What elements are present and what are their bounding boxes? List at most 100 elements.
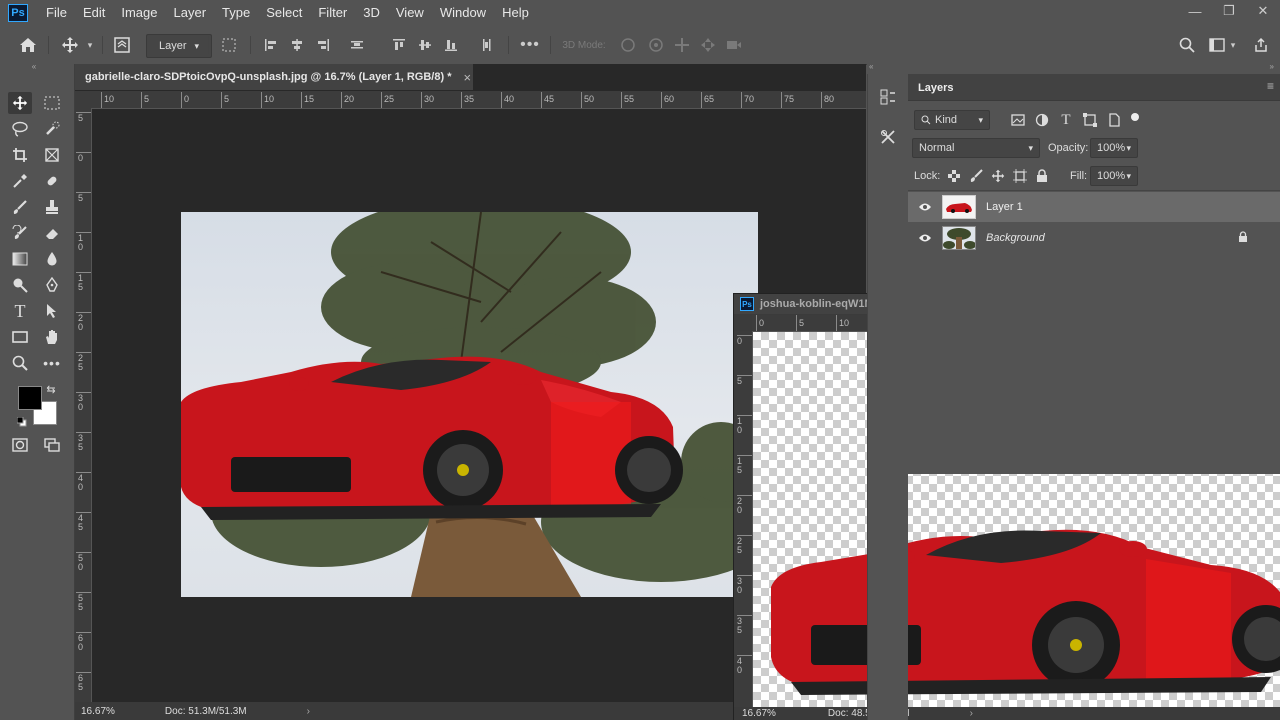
layer-filter-dropdown[interactable]: Kind ▾ xyxy=(914,110,990,130)
document-2-status-arrow[interactable]: › xyxy=(970,708,973,719)
swap-colors-icon[interactable]: ⇆ xyxy=(44,382,58,396)
close-button[interactable]: ✕ xyxy=(1246,0,1280,22)
panel-dock-header: « » xyxy=(867,62,1280,74)
layer-row-background[interactable]: Background xyxy=(908,223,1262,253)
align-left-icon[interactable] xyxy=(262,34,280,56)
move-tool-preset-icon[interactable] xyxy=(58,34,82,56)
quick-mask-icon[interactable] xyxy=(8,434,32,456)
quick-selection-tool-icon[interactable] xyxy=(40,118,64,140)
expand-panels-icon[interactable]: « xyxy=(869,62,873,71)
document-1-status-arrow[interactable]: › xyxy=(307,706,310,717)
filter-type-icon[interactable]: T xyxy=(1054,109,1078,131)
restore-button[interactable]: ❐ xyxy=(1212,0,1246,22)
history-panel-icon[interactable] xyxy=(876,86,900,108)
clone-stamp-tool-icon[interactable] xyxy=(40,196,64,218)
home-icon[interactable] xyxy=(16,34,40,56)
frame-tool-icon[interactable] xyxy=(40,144,64,166)
align-right-icon[interactable] xyxy=(314,34,332,56)
align-vertical-center-icon[interactable] xyxy=(416,34,434,56)
healing-brush-tool-icon[interactable] xyxy=(40,170,64,192)
more-tools-icon[interactable]: ••• xyxy=(40,352,64,374)
lock-all-icon[interactable] xyxy=(1030,165,1054,187)
filter-shape-icon[interactable] xyxy=(1078,109,1102,131)
menu-type[interactable]: Type xyxy=(214,0,258,26)
opacity-field[interactable]: 100% ▾ xyxy=(1090,138,1138,158)
layer-row-layer-1[interactable]: Layer 1 xyxy=(908,192,1262,222)
marquee-tool-icon[interactable] xyxy=(40,92,64,114)
history-brush-tool-icon[interactable] xyxy=(8,222,32,244)
show-transform-controls-icon[interactable] xyxy=(218,34,240,56)
tools-preset-icon[interactable] xyxy=(876,126,900,148)
document-1-canvas[interactable] xyxy=(181,212,758,597)
visibility-eye-icon[interactable] xyxy=(918,202,932,212)
gradient-tool-icon[interactable] xyxy=(8,248,32,270)
menu-help[interactable]: Help xyxy=(494,0,537,26)
menu-edit[interactable]: Edit xyxy=(75,0,113,26)
minimize-button[interactable]: — xyxy=(1178,0,1212,22)
eraser-tool-icon[interactable] xyxy=(40,222,64,244)
chevron-down-icon[interactable]: ▾ xyxy=(1228,34,1238,56)
foreground-color-swatch[interactable] xyxy=(18,386,42,410)
filter-toggle-icon[interactable] xyxy=(1131,113,1139,121)
default-colors-icon[interactable] xyxy=(16,416,27,427)
menu-image[interactable]: Image xyxy=(113,0,165,26)
fill-field[interactable]: 100% ▾ xyxy=(1090,166,1138,186)
menu-layer[interactable]: Layer xyxy=(166,0,215,26)
search-icon[interactable] xyxy=(1176,34,1198,56)
photoshop-logo[interactable]: Ps xyxy=(8,4,28,22)
lock-transparent-pixels-icon[interactable] xyxy=(942,165,966,187)
dodge-tool-icon[interactable] xyxy=(8,274,32,296)
document-1-close-icon[interactable]: × xyxy=(464,70,472,85)
document-1-zoom[interactable]: 16.67% xyxy=(81,706,115,717)
filter-pixel-icon[interactable] xyxy=(1006,109,1030,131)
align-bottom-icon[interactable] xyxy=(442,34,460,56)
move-tool-icon[interactable] xyxy=(8,92,32,114)
screen-mode-icon[interactable] xyxy=(40,434,64,456)
layers-panel-tab[interactable]: Layers xyxy=(918,82,953,94)
eyedropper-tool-icon[interactable] xyxy=(8,170,32,192)
distribute-icon[interactable] xyxy=(348,34,366,56)
lock-position-icon[interactable] xyxy=(986,165,1010,187)
pen-tool-icon[interactable] xyxy=(40,274,64,296)
type-tool-icon[interactable]: T xyxy=(8,300,32,322)
menu-select[interactable]: Select xyxy=(258,0,310,26)
lock-artboard-icon[interactable] xyxy=(1008,165,1032,187)
menu-3d[interactable]: 3D xyxy=(355,0,388,26)
ruler-label: 4 5 xyxy=(78,513,84,532)
workspace-icon[interactable] xyxy=(1206,34,1228,56)
menu-filter[interactable]: Filter xyxy=(310,0,355,26)
document-2-zoom[interactable]: 16.67% xyxy=(742,708,776,719)
ruler-label: 5 xyxy=(78,113,84,123)
auto-select-target-dropdown[interactable]: Layer ▾ xyxy=(146,34,212,58)
menu-file[interactable]: File xyxy=(38,0,75,26)
hand-tool-icon[interactable] xyxy=(40,326,64,348)
path-selection-tool-icon[interactable] xyxy=(40,300,64,322)
filter-adjustment-icon[interactable] xyxy=(1030,109,1054,131)
collapse-tools-icon[interactable]: « xyxy=(22,62,46,71)
zoom-tool-icon[interactable] xyxy=(8,352,32,374)
layer-1-thumbnail xyxy=(942,195,976,219)
crop-tool-icon[interactable] xyxy=(8,144,32,166)
auto-select-icon[interactable] xyxy=(110,34,134,56)
chevron-down-icon[interactable]: ▾ xyxy=(84,34,96,56)
filter-smart-object-icon[interactable] xyxy=(1102,109,1126,131)
collapse-panels-icon[interactable]: » xyxy=(1270,62,1274,71)
panel-menu-icon[interactable]: ≡ xyxy=(1267,79,1274,93)
menu-window[interactable]: Window xyxy=(432,0,494,26)
brush-tool-icon[interactable] xyxy=(8,196,32,218)
distribute-vertical-icon[interactable] xyxy=(478,34,496,56)
background-layer-name[interactable]: Background xyxy=(986,232,1045,244)
more-options-icon[interactable]: ••• xyxy=(518,34,542,56)
visibility-eye-icon[interactable] xyxy=(918,233,932,243)
align-top-icon[interactable] xyxy=(390,34,408,56)
document-1-tab[interactable]: gabrielle-claro-SDPtoicOvpQ-unsplash.jpg… xyxy=(75,64,473,90)
lock-image-pixels-icon[interactable] xyxy=(964,165,988,187)
rectangle-tool-icon[interactable] xyxy=(8,326,32,348)
lasso-tool-icon[interactable] xyxy=(8,118,32,140)
share-icon[interactable] xyxy=(1250,34,1272,56)
menu-view[interactable]: View xyxy=(388,0,432,26)
blur-tool-icon[interactable] xyxy=(40,248,64,270)
blend-mode-dropdown[interactable]: Normal ▾ xyxy=(912,138,1040,158)
align-horizontal-center-icon[interactable] xyxy=(288,34,306,56)
layer-1-name[interactable]: Layer 1 xyxy=(986,201,1023,213)
